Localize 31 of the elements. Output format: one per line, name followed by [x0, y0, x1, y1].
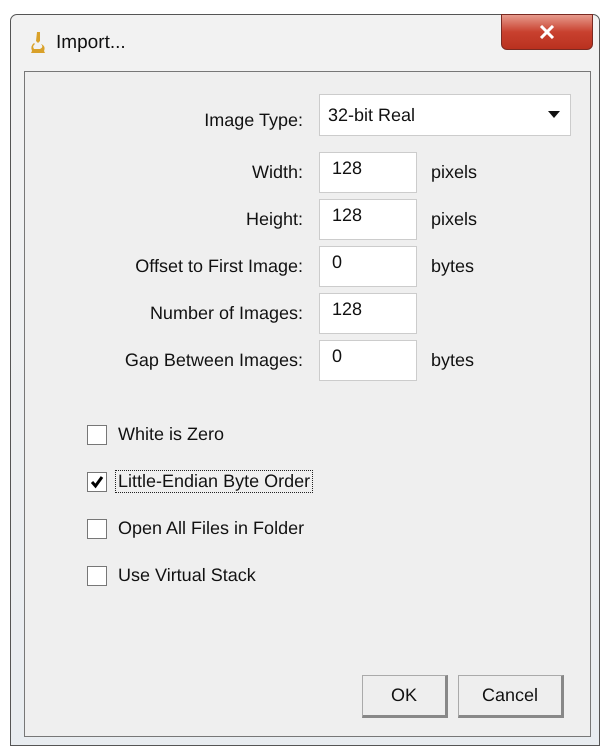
- close-icon[interactable]: [539, 25, 555, 39]
- checkbox[interactable]: [87, 424, 107, 444]
- field-label: Gap Between Images:: [124, 350, 303, 371]
- checkbox-label[interactable]: Use Virtual Stack: [115, 564, 259, 587]
- checkbox-label[interactable]: Open All Files in Folder: [115, 517, 308, 540]
- unit-label: pixels: [431, 162, 478, 183]
- field-label: Width:: [250, 162, 303, 183]
- close-button[interactable]: [501, 14, 593, 50]
- dialog-button[interactable]: Cancel: [458, 675, 564, 718]
- input-field[interactable]: 128: [319, 293, 417, 334]
- window-title: Import...: [56, 32, 126, 54]
- image-type-dropdown[interactable]: 32-bit Real: [319, 94, 571, 136]
- unit-label: pixels: [431, 209, 478, 230]
- input-field[interactable]: 0: [319, 340, 417, 381]
- caret-icon[interactable]: [548, 111, 560, 119]
- input-field[interactable]: 128: [319, 199, 417, 240]
- field-label: Offset to First Image:: [134, 256, 303, 277]
- field-label: Number of Images:: [148, 303, 303, 324]
- input-field[interactable]: 0: [319, 246, 417, 287]
- dialog-button[interactable]: OK: [362, 675, 448, 718]
- unit-label: bytes: [431, 350, 474, 371]
- checkbox[interactable]: [87, 472, 107, 492]
- unit-label: bytes: [431, 256, 474, 277]
- microscope-icon: [30, 31, 46, 55]
- checkbox[interactable]: [87, 518, 107, 538]
- checkbox-label[interactable]: Little-Endian Byte Order: [115, 470, 314, 493]
- checkbox[interactable]: [87, 566, 107, 586]
- field-label: Height:: [244, 209, 303, 230]
- field-label: Image Type:: [203, 110, 303, 130]
- checkbox-label[interactable]: White is Zero: [115, 423, 228, 446]
- input-field[interactable]: 128: [319, 152, 417, 193]
